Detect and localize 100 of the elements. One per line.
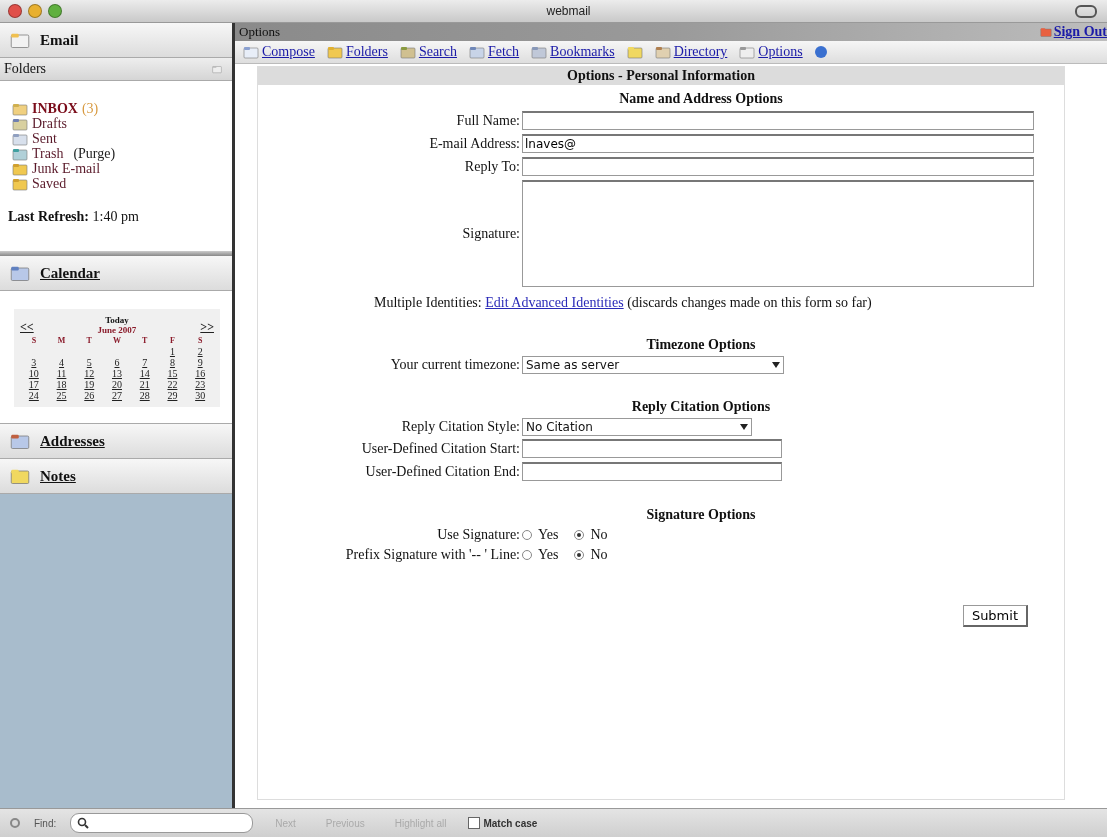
dropdown[interactable]: No Citation [522,418,752,436]
toolbar-link[interactable]: Directory [654,44,728,60]
calendar-day[interactable]: 26 [75,390,104,401]
calendar-day[interactable]: 11 [47,368,76,379]
dropdown-arrow-icon [772,362,780,368]
radio-option[interactable]: Yes [522,527,559,543]
weekday-label: W [112,335,122,346]
signature-field[interactable] [522,180,1034,287]
calendar-day[interactable]: 28 [130,390,159,401]
minimize-button[interactable] [28,4,42,18]
find-field[interactable] [70,813,254,833]
calendar-day[interactable]: 2 [186,346,214,357]
field-label: Your current timezone: [389,356,520,374]
zoom-button[interactable] [48,4,62,18]
addresses-header[interactable]: Addresses [40,432,105,450]
input-field[interactable] [522,111,1034,130]
input-field[interactable] [522,439,782,458]
folder-link[interactable]: Sent [32,131,57,146]
calendar-day[interactable]: 18 [47,379,76,390]
section-heading: Name and Address Options [618,90,784,108]
toolbar-link[interactable]: Compose [243,44,315,60]
sign-out-link[interactable]: Sign Out [1039,24,1107,40]
calendar-header[interactable]: Calendar [40,264,100,282]
section-heading: Signature Options [645,506,757,524]
field-label: Signature: [461,224,520,243]
weekday-label: S [30,335,38,346]
identities-text: Multiple Identities: Edit Advanced Identities (discards changes made on this form so far) [374,294,873,312]
calendar-day[interactable]: 16 [186,368,214,379]
close-button[interactable] [8,4,22,18]
field-label: Prefix Signature with '-- ' Line: [344,546,520,564]
calendar-day[interactable]: 6 [103,357,131,368]
dropdown[interactable]: Same as server [522,356,784,374]
calendar-day[interactable]: 23 [186,379,214,390]
month-label: June 2007 [97,325,137,335]
calendar-day[interactable]: 14 [130,368,159,379]
folder-icon [12,161,28,176]
next-month-link[interactable]: >> [200,320,214,335]
window-title: webmail [545,4,592,18]
calendar-day[interactable]: 25 [47,390,76,401]
search-icon [77,817,90,829]
calendar-day[interactable]: 1 [158,346,187,357]
toolbar-link[interactable]: Bookmarks [531,44,615,60]
calendar-day[interactable]: 20 [103,379,131,390]
today-link[interactable]: Today [105,315,129,325]
calendar-day[interactable]: 30 [186,390,214,401]
calendar-day[interactable]: 5 [75,357,104,368]
email-header[interactable]: Email [40,31,79,49]
checkbox[interactable] [468,817,481,829]
calendar-day[interactable]: 10 [20,368,48,379]
page-title: Options - Personal Information [258,67,1064,85]
folder-link[interactable]: Junk E-mail [32,161,101,176]
field-label: Reply Citation Style: [400,418,520,436]
calendar-day[interactable]: 24 [20,390,48,401]
toolbar-link[interactable]: Folders [326,44,388,60]
purge-link[interactable]: (Purge) [73,146,116,161]
field-label: E-mail Address: [428,134,520,153]
folder-link[interactable]: INBOX [32,101,78,116]
toolbar-link[interactable]: Fetch [469,44,520,60]
radio-option[interactable]: Yes [522,547,559,563]
radio-option[interactable]: No [574,527,608,543]
dropdown-arrow-icon [740,424,748,430]
input-field[interactable]: lnaves@ [522,134,1034,153]
section-heading: Reply Citation Options [630,398,772,416]
calendar-day[interactable]: 4 [47,357,76,368]
calendar-day[interactable]: 8 [158,357,187,368]
folder-icon [12,101,28,116]
input-field[interactable] [522,157,1034,176]
calendar-day[interactable]: 13 [103,368,131,379]
previous-month-link[interactable]: << [20,320,34,335]
notes-header[interactable]: Notes [40,467,76,485]
calendar-day[interactable]: 22 [158,379,187,390]
folders-header: Folders [4,61,46,77]
calendar-day[interactable]: 15 [158,368,187,379]
section-heading: Timezone Options [645,336,757,354]
calendar-day[interactable]: 9 [186,357,214,368]
folder-link[interactable]: Drafts [32,116,67,131]
last-refresh: Last Refresh: 1:40 pm [7,208,140,226]
folder-icon [326,45,343,59]
calendar-day[interactable]: 17 [20,379,48,390]
input-field[interactable] [522,462,782,481]
calendar-day[interactable]: 7 [130,357,159,368]
calendar-day[interactable]: 12 [75,368,104,379]
identities-link[interactable]: Edit Advanced Identities [485,295,624,310]
calendar-day[interactable]: 3 [20,357,48,368]
field-label: User-Defined Citation Start: [360,439,520,458]
toolbar-link[interactable]: Options [739,44,803,60]
folder-icon [12,176,28,191]
match-case-label: Match case [483,817,538,829]
weekday-label: T [141,335,149,346]
calendar-day[interactable]: 21 [130,379,159,390]
calendar-day[interactable]: 19 [75,379,104,390]
folder-link[interactable]: Saved [32,176,67,191]
toolbar-toggle-button[interactable] [1075,4,1097,18]
toolbar-link[interactable]: Search [399,44,457,60]
radio-option[interactable]: No [574,547,608,563]
submit-button[interactable]: Submit [962,605,1028,627]
calendar-day[interactable]: 27 [103,390,131,401]
folder-link[interactable]: Trash [32,146,64,161]
field-label: Full Name: [455,111,520,130]
calendar-day[interactable]: 29 [158,390,187,401]
